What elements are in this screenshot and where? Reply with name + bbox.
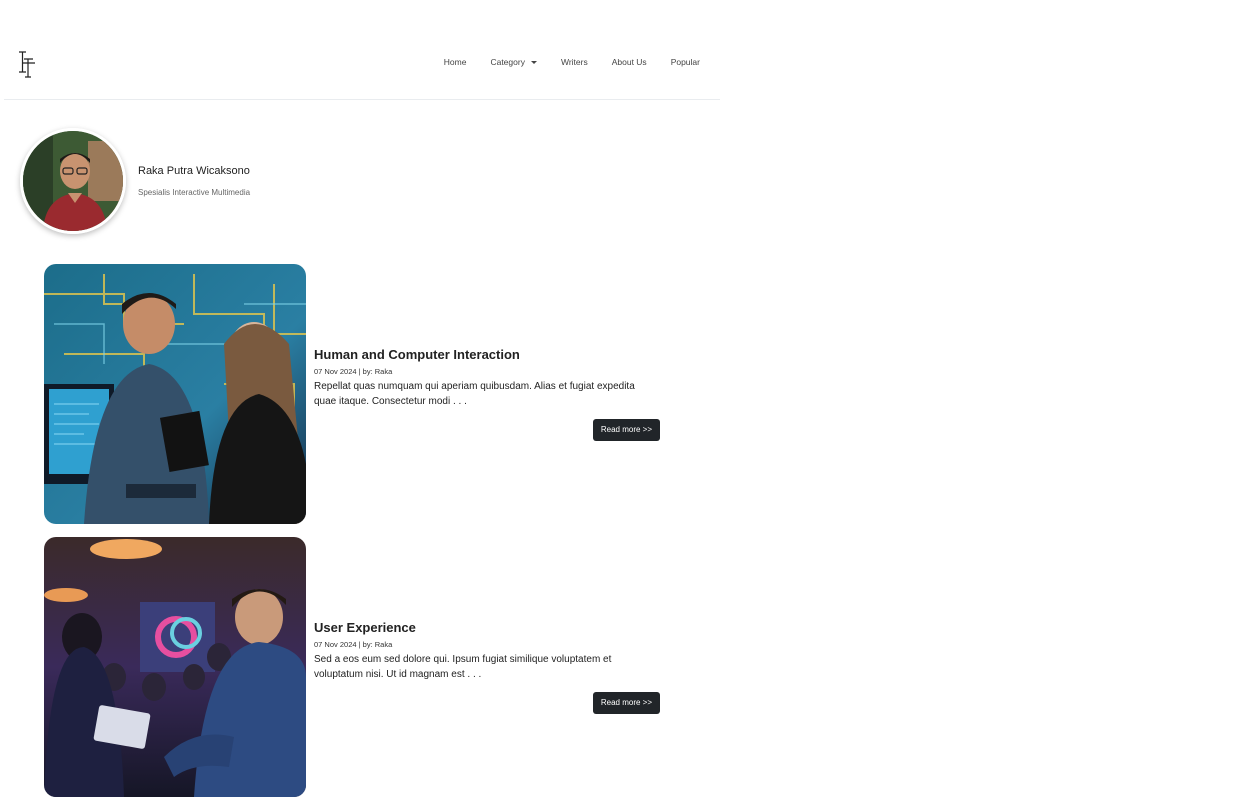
nav-home-label: Home xyxy=(443,57,467,67)
logo-icon[interactable] xyxy=(16,50,42,80)
article-title[interactable]: Human and Computer Interaction xyxy=(314,347,664,362)
nav-about-us[interactable]: About Us xyxy=(600,57,659,67)
article-card: User Experience 07 Nov 2024 | by: Raka S… xyxy=(44,537,664,798)
nav-home[interactable]: Home xyxy=(432,57,479,67)
writer-name: Raka Putra Wicaksono xyxy=(138,165,250,177)
article-card: Human and Computer Interaction 07 Nov 20… xyxy=(44,264,664,526)
nav-popular[interactable]: Popular xyxy=(659,57,712,67)
read-more-button[interactable]: Read more >> xyxy=(592,692,660,714)
page: Home Category Writers About Us Popular R… xyxy=(0,0,1246,798)
article-excerpt: Repellat quas numquam qui aperiam quibus… xyxy=(314,381,635,407)
profile-text: Raka Putra Wicaksono Spesialis Interacti… xyxy=(138,165,250,197)
article-meta: 07 Nov 2024 | by: Raka xyxy=(314,640,393,649)
caret-down-icon xyxy=(530,60,537,64)
avatar xyxy=(20,128,126,234)
article-body: User Experience 07 Nov 2024 | by: Raka S… xyxy=(314,620,664,714)
article-title[interactable]: User Experience xyxy=(314,620,664,635)
navbar: Home Category Writers About Us Popular xyxy=(4,0,720,100)
nav-links: Home Category Writers About Us Popular xyxy=(432,57,712,67)
article-image[interactable] xyxy=(44,264,306,524)
writer-role: Spesialis Interactive Multimedia xyxy=(138,188,251,197)
writer-profile: Raka Putra Wicaksono Spesialis Interacti… xyxy=(20,128,250,234)
nav-category-label: Category xyxy=(490,57,525,67)
nav-writers[interactable]: Writers xyxy=(549,57,600,67)
article-meta: 07 Nov 2024 | by: Raka xyxy=(314,367,393,376)
nav-writers-label: Writers xyxy=(560,57,588,67)
article-image[interactable] xyxy=(44,537,306,797)
read-more-button[interactable]: Read more >> xyxy=(592,419,660,441)
nav-about-us-label: About Us xyxy=(611,57,647,67)
avatar-photo xyxy=(23,131,123,231)
article-body: Human and Computer Interaction 07 Nov 20… xyxy=(314,347,664,441)
nav-popular-label: Popular xyxy=(670,57,700,67)
nav-category-dropdown[interactable]: Category xyxy=(478,57,549,67)
article-excerpt: Sed a eos eum sed dolore qui. Ipsum fugi… xyxy=(314,654,612,680)
